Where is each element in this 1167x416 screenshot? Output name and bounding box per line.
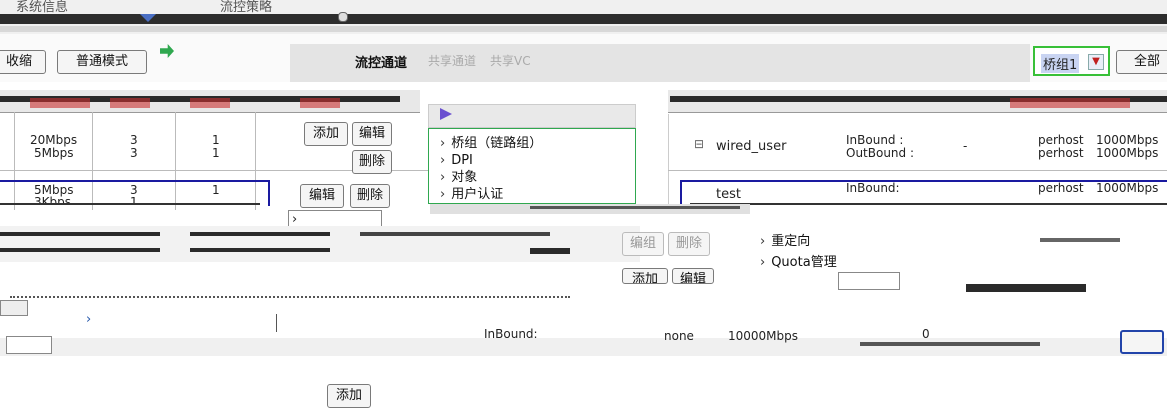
tab-shared-channel[interactable]: 共享通道 (428, 52, 476, 69)
bottom-zero: 0 (922, 327, 930, 341)
lower-rule (190, 232, 330, 236)
row2-bandwidth-up: 1000Mbps (1096, 181, 1159, 195)
column-divider (276, 314, 277, 332)
row1-bandwidth-down: 1000Mbps (1096, 146, 1159, 160)
row1-delete-button[interactable]: 删除 (352, 150, 392, 174)
title-dropdown-icon[interactable] (140, 14, 156, 22)
bottom-right-button[interactable] (1120, 330, 1164, 354)
lower-edit-button[interactable]: 编辑 (672, 268, 714, 284)
row2-mode-up: perhost (1038, 181, 1084, 195)
chevron-right-icon: › (760, 234, 766, 249)
lower-rule (0, 248, 160, 252)
lower-rule (530, 248, 570, 254)
row1-direction-out: OutBound : (846, 146, 915, 160)
row2-direction-in: InBound: (846, 181, 900, 195)
bottom-row-band (0, 338, 1167, 356)
chevron-right-icon: › (440, 170, 446, 185)
edit-group-button[interactable]: 编组 (622, 232, 664, 256)
lower-add-button[interactable]: 添加 (622, 268, 668, 284)
bottom-row-box (6, 336, 52, 354)
chevron-right-icon: › (760, 255, 766, 270)
bridge-group-value: 桥组1 (1041, 54, 1080, 73)
nav-menu-header (428, 104, 636, 128)
menu-item-bridge-group[interactable]: › 桥组（链路组） (440, 136, 542, 152)
bridge-group-select[interactable]: 桥组1 ▼ (1033, 46, 1110, 76)
menu-item-redirect[interactable]: › 重定向 (760, 234, 810, 250)
glitch-box (838, 272, 900, 290)
tab-shared-vc[interactable]: 共享VC (490, 52, 531, 69)
header-red-label (190, 98, 230, 108)
tab-flow-channel[interactable]: 流控通道 (355, 52, 407, 71)
chevron-right-icon: › (86, 312, 92, 327)
row1-add-button[interactable]: 添加 (304, 122, 348, 146)
chevron-right-icon: › (440, 136, 446, 151)
chevron-right-icon: › (440, 187, 446, 200)
menu-item-user-auth[interactable]: › 用户认证 (440, 187, 503, 200)
row1-edit-button[interactable]: 编辑 (352, 122, 392, 146)
all-button[interactable]: 全部 (1116, 50, 1167, 74)
menu-item-dpi[interactable]: › DPI (440, 153, 473, 169)
tree-expand-icon[interactable]: ⊟ (694, 138, 704, 151)
dotted-rule (10, 296, 570, 298)
lower-delete-button[interactable]: 删除 (668, 232, 710, 256)
system-info-title[interactable]: 系统信息 (16, 0, 68, 15)
lower-rule (0, 232, 160, 236)
lower-rule (190, 248, 330, 252)
collapse-button[interactable]: 收缩 (0, 50, 46, 74)
normal-mode-button[interactable]: 普通模式 (57, 50, 147, 74)
header-red-label (30, 98, 90, 108)
row2-rule (690, 203, 1167, 205)
chevron-right-icon: › (292, 212, 298, 227)
bottom-bandwidth: 10000Mbps (728, 329, 799, 343)
row2-rule (0, 203, 260, 205)
title-dot-icon (338, 12, 348, 22)
chevron-down-icon: ▼ (1088, 54, 1104, 70)
menu-item-object[interactable]: › 对象 (440, 170, 477, 186)
menu-item-quota[interactable]: › Quota管理 (760, 255, 837, 271)
row2-user-name: test (716, 187, 741, 202)
row1-n-down: 1 (212, 146, 220, 160)
right-lower-rule (1040, 238, 1120, 242)
row2-edit-button[interactable]: 编辑 (300, 184, 344, 208)
overlay-rule (530, 206, 740, 209)
bottom-rule (860, 342, 1040, 346)
row2-delete-button[interactable]: 删除 (350, 184, 390, 208)
row1-mode-down: perhost (1038, 146, 1084, 160)
bottom-inbound: InBound: (484, 327, 538, 341)
header-red-label (300, 98, 340, 108)
lower-rule (360, 232, 550, 236)
title-light-band (0, 26, 1167, 32)
glitch-rule (966, 284, 1086, 292)
chevron-right-icon: › (440, 153, 446, 168)
header-red-label (110, 98, 150, 108)
row1-dash: - (963, 139, 968, 153)
bottom-none: none (664, 329, 694, 343)
row1-prio-down: 3 (130, 146, 138, 160)
row-divider (668, 170, 1167, 171)
row2-n-up: 1 (212, 183, 220, 197)
row1-rate-down: 5Mbps (34, 146, 74, 160)
title-dark-band (0, 14, 1167, 24)
row1-user-name: wired_user (716, 139, 787, 154)
header-red-label (1010, 98, 1130, 108)
bottom-add-button[interactable]: 添加 (327, 384, 371, 408)
flow-policy-title[interactable]: 流控策略 (220, 0, 272, 15)
expander-box[interactable] (0, 300, 28, 316)
